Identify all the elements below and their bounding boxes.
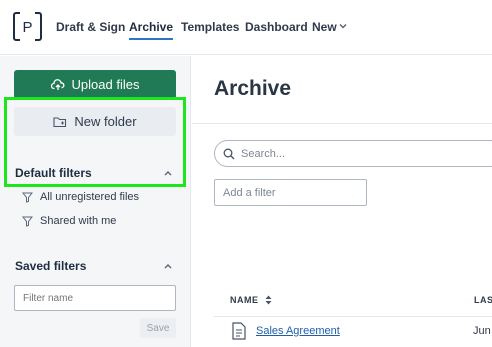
upload-files-button[interactable]: Upload files bbox=[14, 70, 176, 99]
funnel-icon bbox=[22, 192, 33, 203]
filter-name-input[interactable] bbox=[14, 285, 176, 311]
column-header-name[interactable]: NAME bbox=[230, 295, 272, 305]
table-divider bbox=[214, 316, 492, 317]
logo-icon[interactable]: P bbox=[12, 11, 43, 42]
search-placeholder: Search... bbox=[241, 147, 286, 160]
page-title: Archive bbox=[214, 77, 292, 100]
default-filters-highlight bbox=[4, 97, 186, 187]
saved-filters-title: Saved filters bbox=[15, 259, 87, 273]
document-date: Jun bbox=[473, 325, 491, 337]
funnel-icon bbox=[22, 216, 33, 227]
column-header-last[interactable]: LAS bbox=[474, 295, 492, 305]
nav-draft-sign[interactable]: Draft & Sign bbox=[56, 20, 125, 34]
document-name-link[interactable]: Sales Agreement bbox=[256, 325, 340, 337]
search-icon bbox=[223, 148, 235, 159]
column-name-label: NAME bbox=[230, 295, 259, 305]
nav-dashboard[interactable]: Dashboard bbox=[245, 20, 308, 34]
add-filter-input[interactable]: Add a filter bbox=[214, 179, 367, 206]
column-last-label: LAS bbox=[474, 295, 492, 305]
document-icon bbox=[232, 322, 246, 340]
add-filter-placeholder: Add a filter bbox=[223, 186, 276, 199]
upload-files-label: Upload files bbox=[71, 77, 140, 92]
nav-templates[interactable]: Templates bbox=[181, 20, 239, 34]
chevron-down-icon[interactable] bbox=[338, 21, 348, 31]
search-input[interactable]: Search... bbox=[214, 140, 492, 167]
save-filter-button[interactable]: Save bbox=[140, 318, 176, 338]
filter-label: Shared with me bbox=[40, 215, 117, 227]
filter-label: All unregistered files bbox=[40, 191, 140, 203]
divider bbox=[192, 123, 492, 124]
filter-shared-with-me[interactable]: Shared with me bbox=[22, 215, 116, 227]
sort-icon bbox=[265, 295, 271, 305]
top-navigation: P Draft & Sign Archive Templates Dashboa… bbox=[0, 0, 492, 55]
nav-new[interactable]: New bbox=[312, 20, 337, 34]
table-row[interactable]: Sales Agreement Jun bbox=[214, 320, 492, 344]
chevron-up-icon[interactable] bbox=[163, 262, 173, 270]
cloud-upload-icon bbox=[50, 78, 64, 90]
nav-archive[interactable]: Archive bbox=[129, 20, 174, 40]
logo-letter: P bbox=[22, 19, 32, 36]
filter-all-unregistered[interactable]: All unregistered files bbox=[22, 191, 139, 203]
